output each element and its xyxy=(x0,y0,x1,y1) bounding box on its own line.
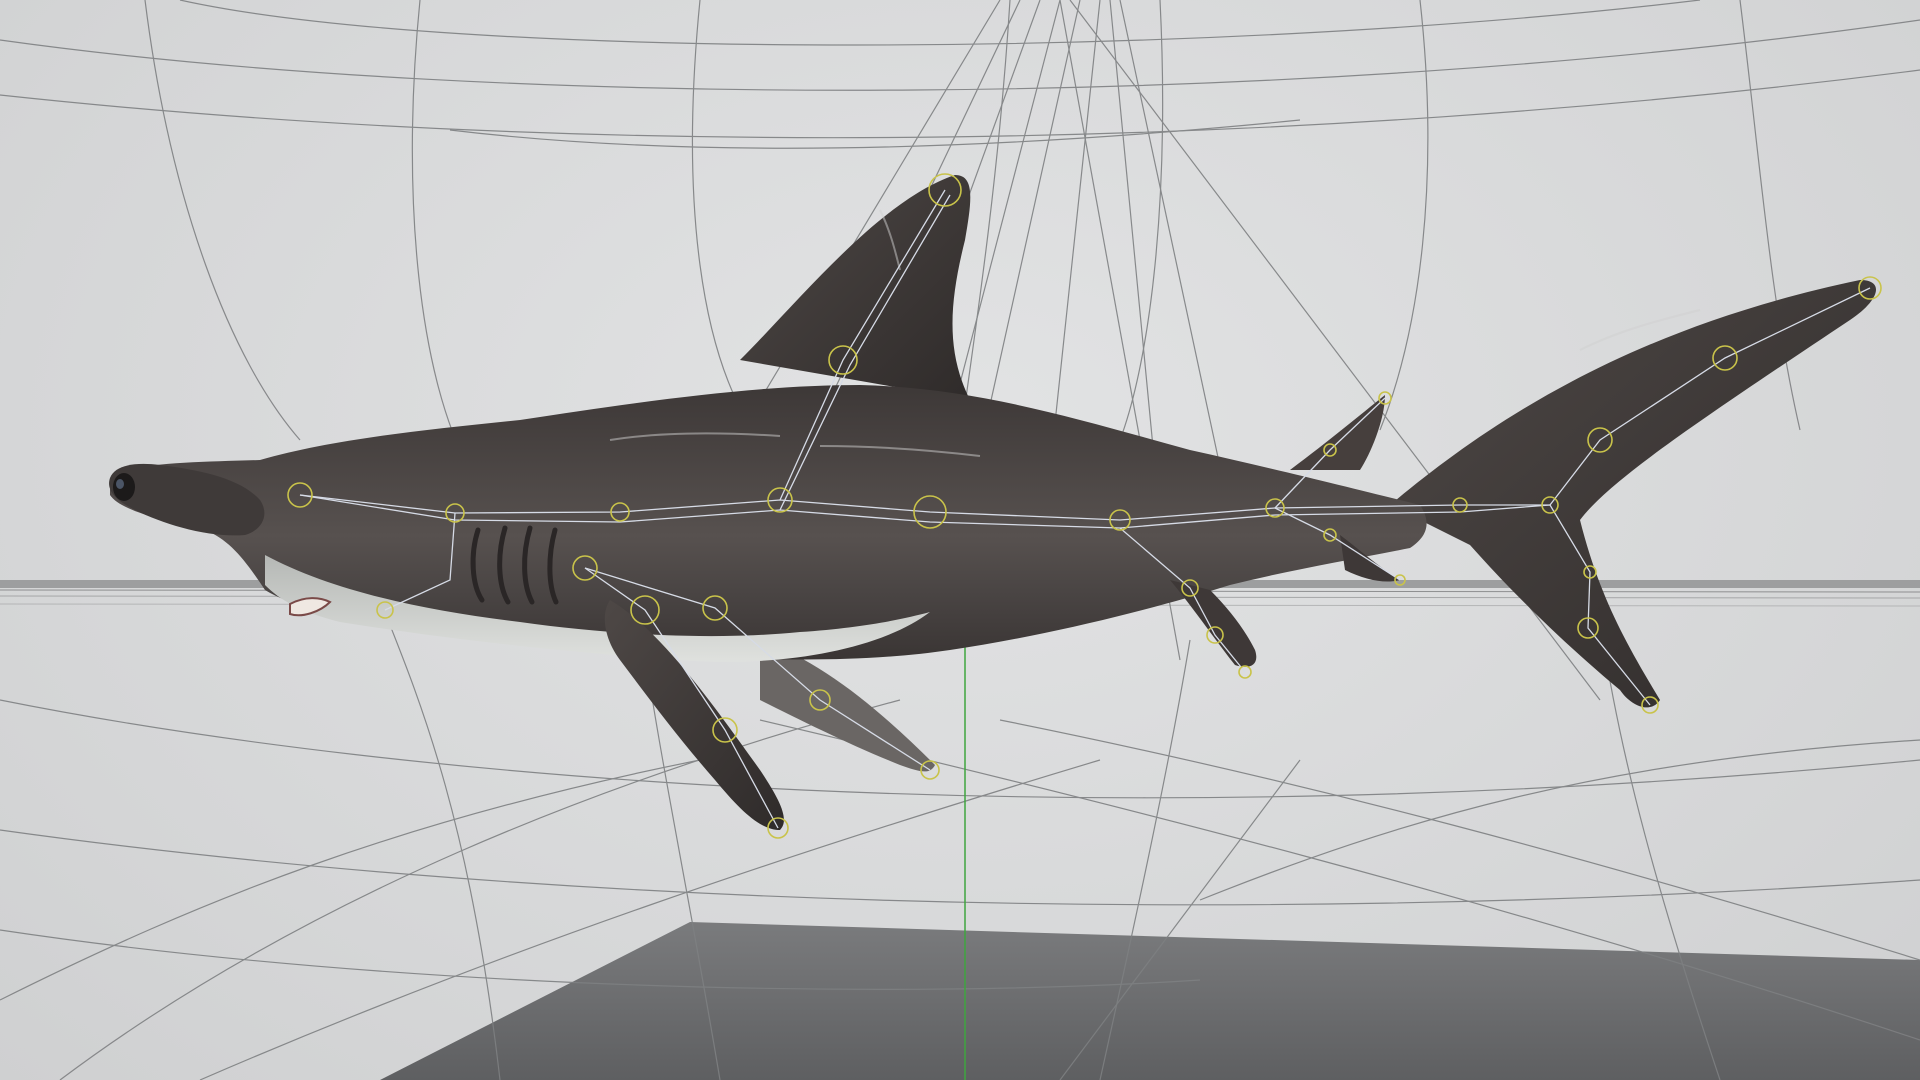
ground-plane-icon xyxy=(380,922,1920,1080)
3d-viewport[interactable] xyxy=(0,0,1920,1080)
second-dorsal-fin[interactable] xyxy=(1290,395,1385,470)
eye-icon xyxy=(113,473,135,501)
caudal-fin[interactable] xyxy=(1390,280,1877,708)
scene-canvas[interactable] xyxy=(0,0,1920,1080)
shark-model-icon[interactable] xyxy=(109,175,1877,830)
ground-plane xyxy=(380,922,1920,1080)
pectoral-fin-far[interactable] xyxy=(760,640,935,772)
